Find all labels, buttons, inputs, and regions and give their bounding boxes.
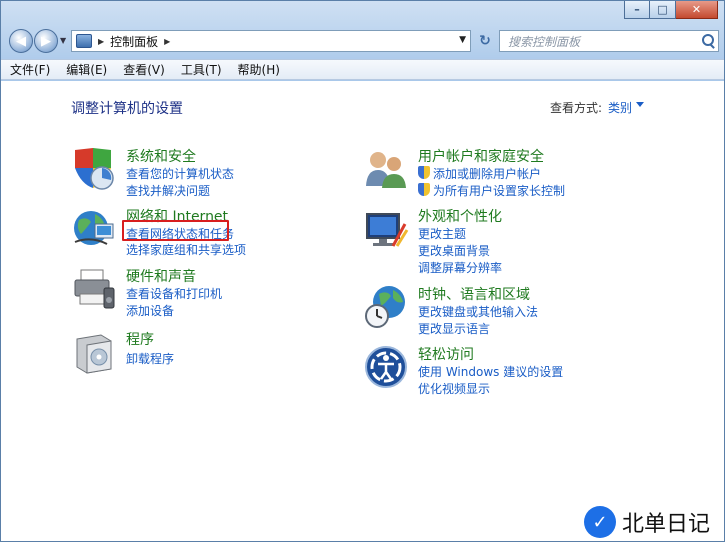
- category-link[interactable]: 为所有用户设置家长控制: [418, 182, 565, 199]
- category-clock-region: 时钟、语言和区域 更改键盘或其他输入法 更改显示语言: [363, 284, 663, 337]
- category-programs: 程序 卸载程序: [71, 329, 331, 379]
- menu-view[interactable]: 查看(V): [120, 61, 168, 78]
- search-box[interactable]: 搜索控制面板: [499, 30, 719, 52]
- users-icon: [366, 152, 406, 188]
- main-content: 调整计算机的设置 查看方式: 类别 系统和安全 查看您的计算机状态 查找并解决问…: [1, 81, 724, 541]
- control-panel-window: – □ ✕ ◀ ▶ ▼ ▶ 控制面板 ▶ ▼ ↻ 搜索控制面板 文件(F) 编辑…: [0, 0, 725, 542]
- address-bar[interactable]: ▶ 控制面板 ▶ ▼: [71, 30, 471, 52]
- category-title[interactable]: 用户帐户和家庭安全: [418, 146, 544, 166]
- globe-clock-icon: [365, 286, 405, 328]
- recent-pages-dropdown-icon[interactable]: ▼: [60, 36, 66, 45]
- menu-file[interactable]: 文件(F): [7, 61, 53, 78]
- shield-chart-icon: [75, 148, 114, 190]
- category-link[interactable]: 卸载程序: [126, 350, 174, 367]
- ease-of-access-icon: [365, 346, 407, 388]
- menu-tools[interactable]: 工具(T): [178, 61, 225, 78]
- printer-speaker-icon: [74, 269, 115, 309]
- control-panel-icon: [76, 34, 92, 48]
- category-link[interactable]: 更改键盘或其他输入法: [418, 303, 538, 320]
- programs-box-icon: [76, 334, 112, 374]
- category-link[interactable]: 更改桌面背景: [418, 242, 490, 259]
- annotation-highlight-box: [122, 220, 229, 241]
- window-controls: – □ ✕: [624, 1, 718, 19]
- view-by-label: 查看方式:: [550, 101, 603, 115]
- category-link[interactable]: 调整屏幕分辨率: [418, 259, 502, 276]
- view-by-dropdown[interactable]: 类别: [608, 99, 632, 116]
- category-link[interactable]: 添加或删除用户帐户: [418, 165, 541, 182]
- back-button[interactable]: ◀: [9, 29, 33, 53]
- category-appearance: 外观和个性化 更改主题 更改桌面背景 调整屏幕分辨率: [363, 206, 663, 276]
- refresh-icon[interactable]: ↻: [476, 32, 494, 50]
- link-text[interactable]: 添加或删除用户帐户: [418, 167, 541, 181]
- menu-edit[interactable]: 编辑(E): [63, 61, 110, 78]
- watermark: ✓ 北单日记: [584, 506, 710, 538]
- category-user-accounts: 用户帐户和家庭安全 添加或删除用户帐户 为所有用户设置家长控制: [363, 146, 663, 199]
- view-by-caret-icon[interactable]: [636, 102, 644, 107]
- category-link[interactable]: 查看您的计算机状态: [126, 165, 234, 182]
- search-input[interactable]: 搜索控制面板: [508, 33, 698, 50]
- category-link[interactable]: 更改显示语言: [418, 320, 490, 337]
- category-link[interactable]: 添加设备: [126, 302, 174, 319]
- category-title[interactable]: 轻松访问: [418, 344, 474, 364]
- network-globe-icon: [74, 211, 114, 245]
- menu-bar: 文件(F) 编辑(E) 查看(V) 工具(T) 帮助(H): [1, 59, 724, 80]
- watermark-logo-icon: ✓: [584, 506, 616, 538]
- category-title[interactable]: 程序: [126, 329, 154, 349]
- category-title[interactable]: 时钟、语言和区域: [418, 284, 530, 304]
- uac-shield-icon: [418, 183, 430, 196]
- uac-shield-icon: [418, 166, 430, 179]
- category-link[interactable]: 使用 Windows 建议的设置: [418, 363, 563, 380]
- page-title: 调整计算机的设置: [71, 101, 183, 117]
- navigation-bar: ◀ ▶ ▼ ▶ 控制面板 ▶ ▼ ↻ 搜索控制面板: [7, 27, 719, 55]
- maximize-button[interactable]: □: [650, 1, 676, 19]
- watermark-text: 北单日记: [622, 512, 711, 537]
- breadcrumb-arrow-icon[interactable]: ▶: [164, 37, 170, 46]
- link-text[interactable]: 为所有用户设置家长控制: [418, 184, 565, 198]
- category-system-security: 系统和安全 查看您的计算机状态 查找并解决问题: [71, 146, 331, 199]
- forward-button[interactable]: ▶: [34, 29, 58, 53]
- category-ease-access: 轻松访问 使用 Windows 建议的设置 优化视频显示: [363, 344, 663, 397]
- search-icon[interactable]: [698, 31, 718, 51]
- category-title[interactable]: 硬件和声音: [126, 266, 196, 286]
- category-title[interactable]: 系统和安全: [126, 146, 196, 166]
- category-link[interactable]: 查看设备和打印机: [126, 285, 222, 302]
- menu-help[interactable]: 帮助(H): [235, 61, 283, 78]
- address-dropdown-icon[interactable]: ▼: [459, 35, 466, 45]
- minimize-button[interactable]: –: [624, 1, 650, 19]
- category-link[interactable]: 查找并解决问题: [126, 182, 210, 199]
- breadcrumb-control-panel[interactable]: 控制面板: [110, 33, 158, 50]
- category-link[interactable]: 选择家庭组和共享选项: [126, 241, 246, 258]
- category-link[interactable]: 更改主题: [418, 225, 466, 242]
- category-hardware-sound: 硬件和声音 查看设备和打印机 添加设备: [71, 266, 331, 319]
- close-button[interactable]: ✕: [676, 1, 718, 19]
- category-link[interactable]: 优化视频显示: [418, 380, 490, 397]
- breadcrumb-arrow-icon[interactable]: ▶: [98, 37, 104, 46]
- category-title[interactable]: 外观和个性化: [418, 206, 502, 226]
- monitor-paintbrush-icon: [366, 213, 409, 247]
